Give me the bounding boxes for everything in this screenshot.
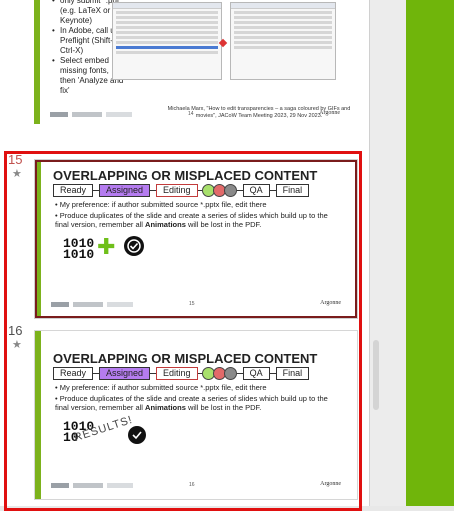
argonne-logo: Argonne [319,110,340,116]
screenshot-image [112,2,222,80]
slide-footer: 14 Argonne [50,110,340,122]
screenshot-image [230,2,336,80]
vertical-scrollbar[interactable] [369,0,406,506]
slide-thumbnail-14[interactable]: only submit *.pdf (e.g. LaTeX or Keynote… [34,0,358,124]
logo [72,112,102,117]
thumbnail-list[interactable]: only submit *.pdf (e.g. LaTeX or Keynote… [0,0,369,511]
scrollbar-thumb[interactable] [373,340,379,410]
logo [50,112,68,117]
logo [106,112,132,117]
slide-thumbnail-pane: only submit *.pdf (e.g. LaTeX or Keynote… [0,0,454,511]
side-accent-panel [406,0,454,506]
slide-accent-stripe [34,0,40,124]
page-number: 14 [188,111,194,117]
selection-highlight [4,151,362,511]
